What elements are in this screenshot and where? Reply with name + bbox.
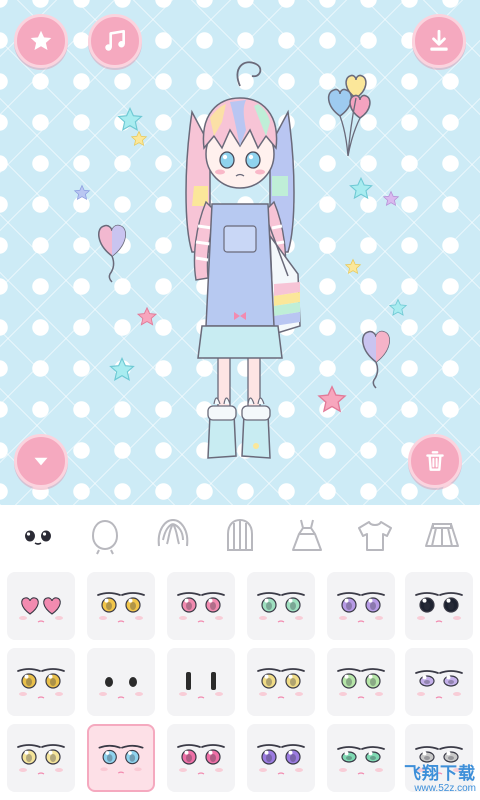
trash-icon: [426, 451, 444, 471]
balloon-bunch-icon: [327, 74, 371, 157]
chevron-down-icon: [34, 457, 48, 466]
bangs-hair-icon: [157, 518, 188, 547]
dot-eyes-icon: [99, 677, 143, 699]
eye-option-green-round-eyes[interactable]: [327, 648, 395, 716]
dressup-stage: [0, 0, 480, 505]
gold-sparkle-eyes-icon: [17, 668, 65, 699]
eye-option-blue-eyes[interactable]: [87, 724, 155, 792]
eye-option-lavender-sleepy-eyes[interactable]: [405, 648, 473, 716]
eye-option-gray-eyes[interactable]: [405, 724, 473, 792]
download-icon: [430, 29, 448, 51]
star-decoration: [349, 176, 373, 200]
tab-back-hair[interactable]: [213, 509, 267, 563]
collapse-panel-button[interactable]: [14, 434, 68, 488]
star-decoration: [109, 356, 135, 381]
green-round-eyes-icon: [337, 668, 385, 699]
heart-eyes-icon: [19, 597, 63, 623]
music-button[interactable]: [88, 14, 142, 68]
eye-option-violet-eyes[interactable]: [247, 724, 315, 792]
eye-option-green-eyes[interactable]: [247, 572, 315, 640]
bar-eyes-icon: [179, 672, 223, 699]
favorites-button[interactable]: [14, 14, 68, 68]
gray-eyes-icon: [415, 746, 463, 775]
eye-option-yellow-pale-eyes[interactable]: [7, 724, 75, 792]
eye-option-dot-eyes[interactable]: [87, 648, 155, 716]
eye-options-grid: [0, 567, 480, 800]
green-eyes-icon: [257, 592, 305, 623]
tab-bangs[interactable]: [146, 509, 200, 563]
eye-option-heart-eyes[interactable]: [7, 572, 75, 640]
shirt-icon: [357, 521, 392, 551]
lavender-sleepy-eyes-icon: [415, 670, 463, 699]
eyes-face-icon: [24, 530, 51, 545]
star-decoration: [130, 130, 148, 147]
head-shape-icon: [92, 519, 119, 555]
tab-skirt[interactable]: [415, 509, 469, 563]
yellow-eyes-icon: [97, 592, 145, 623]
star-decoration: [317, 385, 347, 413]
eye-option-teal-sparkle-eyes[interactable]: [405, 572, 473, 640]
heart-balloon-icon: [362, 330, 390, 389]
yellow-pale-eyes-icon: [17, 744, 65, 775]
star-decoration: [382, 190, 400, 207]
download-button[interactable]: [412, 14, 466, 68]
eye-option-purple-eyes[interactable]: [327, 572, 395, 640]
eye-option-mint-eyes[interactable]: [327, 724, 395, 792]
character-avatar[interactable]: [170, 56, 310, 474]
star-decoration: [136, 306, 158, 326]
back-hair-icon: [226, 518, 253, 551]
teal-sparkle-eyes-icon: [415, 592, 463, 623]
pink-eyes-icon: [177, 592, 225, 623]
tab-dress[interactable]: [280, 509, 334, 563]
eye-option-bar-eyes[interactable]: [167, 648, 235, 716]
magenta-eyes-icon: [177, 744, 225, 775]
eye-option-magenta-eyes[interactable]: [167, 724, 235, 792]
violet-eyes-icon: [257, 744, 305, 775]
star-decoration: [73, 184, 91, 201]
skirt-icon: [425, 523, 460, 547]
heart-balloon-icon: [98, 224, 126, 283]
yellow-round-eyes-icon: [257, 668, 305, 699]
star-decoration: [344, 258, 362, 275]
star-decoration: [388, 298, 408, 316]
music-note-icon: [105, 29, 125, 51]
tab-eyes[interactable]: [11, 509, 65, 563]
eye-option-yellow-eyes[interactable]: [87, 572, 155, 640]
eye-option-pink-eyes[interactable]: [167, 572, 235, 640]
reset-outfit-button[interactable]: [408, 434, 462, 488]
mint-eyes-icon: [337, 746, 385, 775]
tab-head[interactable]: [78, 509, 132, 563]
purple-eyes-icon: [337, 592, 385, 623]
dress-icon: [292, 519, 323, 551]
eye-option-yellow-round-eyes[interactable]: [247, 648, 315, 716]
blue-eyes-icon: [98, 744, 144, 774]
star-icon: [30, 30, 52, 50]
eye-option-gold-sparkle-eyes[interactable]: [7, 648, 75, 716]
category-tab-bar: [0, 505, 480, 567]
tab-shirt[interactable]: [348, 509, 402, 563]
